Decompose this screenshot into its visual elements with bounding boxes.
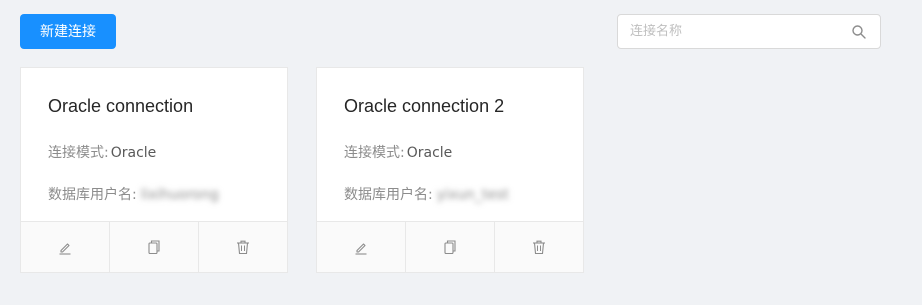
new-connection-button[interactable]: 新建连接 [20, 14, 116, 49]
edit-button[interactable] [21, 222, 110, 272]
mode-value: Oracle [110, 145, 157, 161]
edit-icon [59, 243, 71, 255]
copy-icon [444, 240, 456, 255]
mode-value: Oracle [406, 145, 453, 161]
user-label: 数据库用户名: [344, 187, 433, 203]
copy-button[interactable] [110, 222, 199, 272]
connection-card: Oracle connection 连接模式: Oracle 数据库用户名: lix… [20, 67, 288, 273]
user-label: 数据库用户名: [48, 187, 137, 203]
delete-button[interactable] [495, 222, 583, 272]
mode-row: 连接模式: Oracle [48, 142, 156, 162]
user-value: lixihuorong [140, 187, 219, 203]
card-title: Oracle connection 2 [344, 96, 505, 116]
mode-row: 连接模式: Oracle [344, 142, 452, 162]
trash-icon [533, 240, 545, 255]
search-input[interactable] [618, 15, 848, 48]
delete-button[interactable] [199, 222, 287, 272]
edit-icon [355, 243, 367, 255]
connection-card: Oracle connection 2 连接模式: Oracle 数据库用户名: y… [316, 67, 584, 273]
edit-button[interactable] [317, 222, 406, 272]
search-icon[interactable] [851, 24, 867, 40]
user-value: yixun_test [436, 187, 509, 203]
user-row: 数据库用户名: lixihuorong [48, 184, 219, 204]
card-title: Oracle connection [48, 96, 194, 116]
trash-icon [237, 240, 249, 255]
mode-label: 连接模式: [344, 145, 405, 161]
search-box[interactable] [617, 14, 881, 49]
copy-icon [148, 240, 160, 255]
card-actions [21, 221, 287, 272]
user-row: 数据库用户名: yixun_test [344, 184, 509, 204]
copy-button[interactable] [406, 222, 495, 272]
mode-label: 连接模式: [48, 145, 109, 161]
card-actions [317, 221, 583, 272]
